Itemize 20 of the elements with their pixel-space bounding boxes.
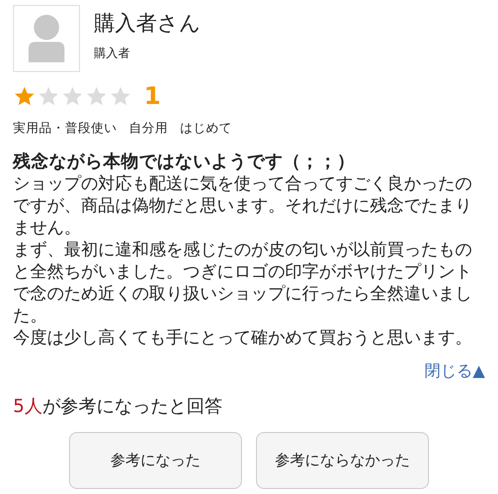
review-title: 残念ながら本物ではないようです（；；）	[13, 151, 356, 173]
reviewer-role: 購入者	[94, 45, 131, 62]
review-paragraph: ショップの対応も配送に気を使って合ってすごく良かったのですが、商品は偽物だと思います。それだけに残念でたまりません。	[13, 173, 473, 239]
empty-star-icon	[61, 84, 84, 108]
empty-star-icon	[109, 84, 132, 108]
usage-tag: はじめて	[180, 120, 232, 137]
empty-star-icon	[85, 84, 108, 108]
empty-star-icon	[37, 84, 60, 108]
not-helpful-button[interactable]: 参考にならなかった	[256, 432, 429, 489]
usage-tag: 実用品・普段使い	[13, 120, 117, 137]
reviewer-name: 購入者さん	[94, 10, 201, 37]
review-paragraph: 今度は少し高くても手にとって確かめて買おうと思います。	[13, 327, 473, 349]
review-paragraph: まず、最初に違和感を感じたのが皮の匂いが以前買ったものと全然ちがいました。つぎにロゴの印字がボヤけたプリントで念のため近くの取り扱いショップに行ったら全然違いました。	[13, 239, 473, 327]
helpful-count-text: 5人が参考になったと回答	[13, 395, 224, 418]
avatar-icon	[13, 5, 80, 72]
usage-tag: 自分用	[129, 120, 168, 137]
collapse-link[interactable]: 閉じる▲	[424, 361, 485, 382]
rating-value: 1	[144, 82, 161, 110]
filled-star-icon	[13, 84, 36, 108]
helpful-button[interactable]: 参考になった	[69, 432, 242, 489]
